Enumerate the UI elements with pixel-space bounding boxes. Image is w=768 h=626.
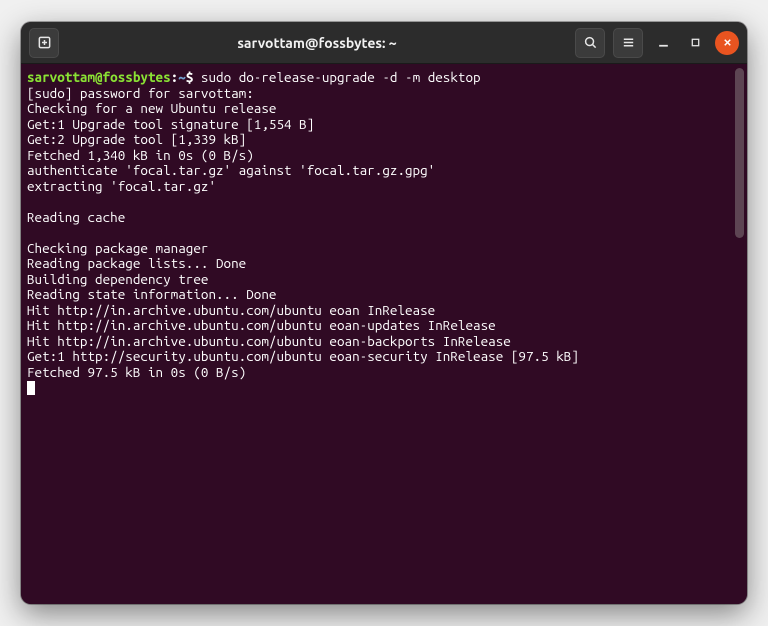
window-title: sarvottam@fossbytes: ~ (67, 35, 567, 51)
close-button[interactable] (715, 31, 739, 55)
search-button[interactable] (575, 28, 605, 58)
new-tab-button[interactable] (29, 28, 59, 58)
cursor-block (27, 381, 35, 395)
scrollbar-thumb[interactable] (735, 68, 744, 238)
minimize-button[interactable] (651, 31, 675, 55)
menu-button[interactable] (613, 28, 643, 58)
terminal-body[interactable]: sarvottam@fossbytes:~$ sudo do-release-u… (21, 64, 747, 604)
titlebar[interactable]: sarvottam@fossbytes: ~ (21, 22, 747, 64)
terminal-content: sarvottam@fossbytes:~$ sudo do-release-u… (27, 70, 737, 396)
terminal-window: sarvottam@fossbytes: ~ (21, 22, 747, 604)
maximize-button[interactable] (683, 31, 707, 55)
prompt-command: sudo do-release-upgrade -d -m desktop (201, 69, 481, 85)
prompt-path: ~ (178, 69, 186, 85)
prompt-user-host: sarvottam@fossbytes (27, 69, 171, 85)
prompt-symbol: $ (186, 69, 194, 85)
